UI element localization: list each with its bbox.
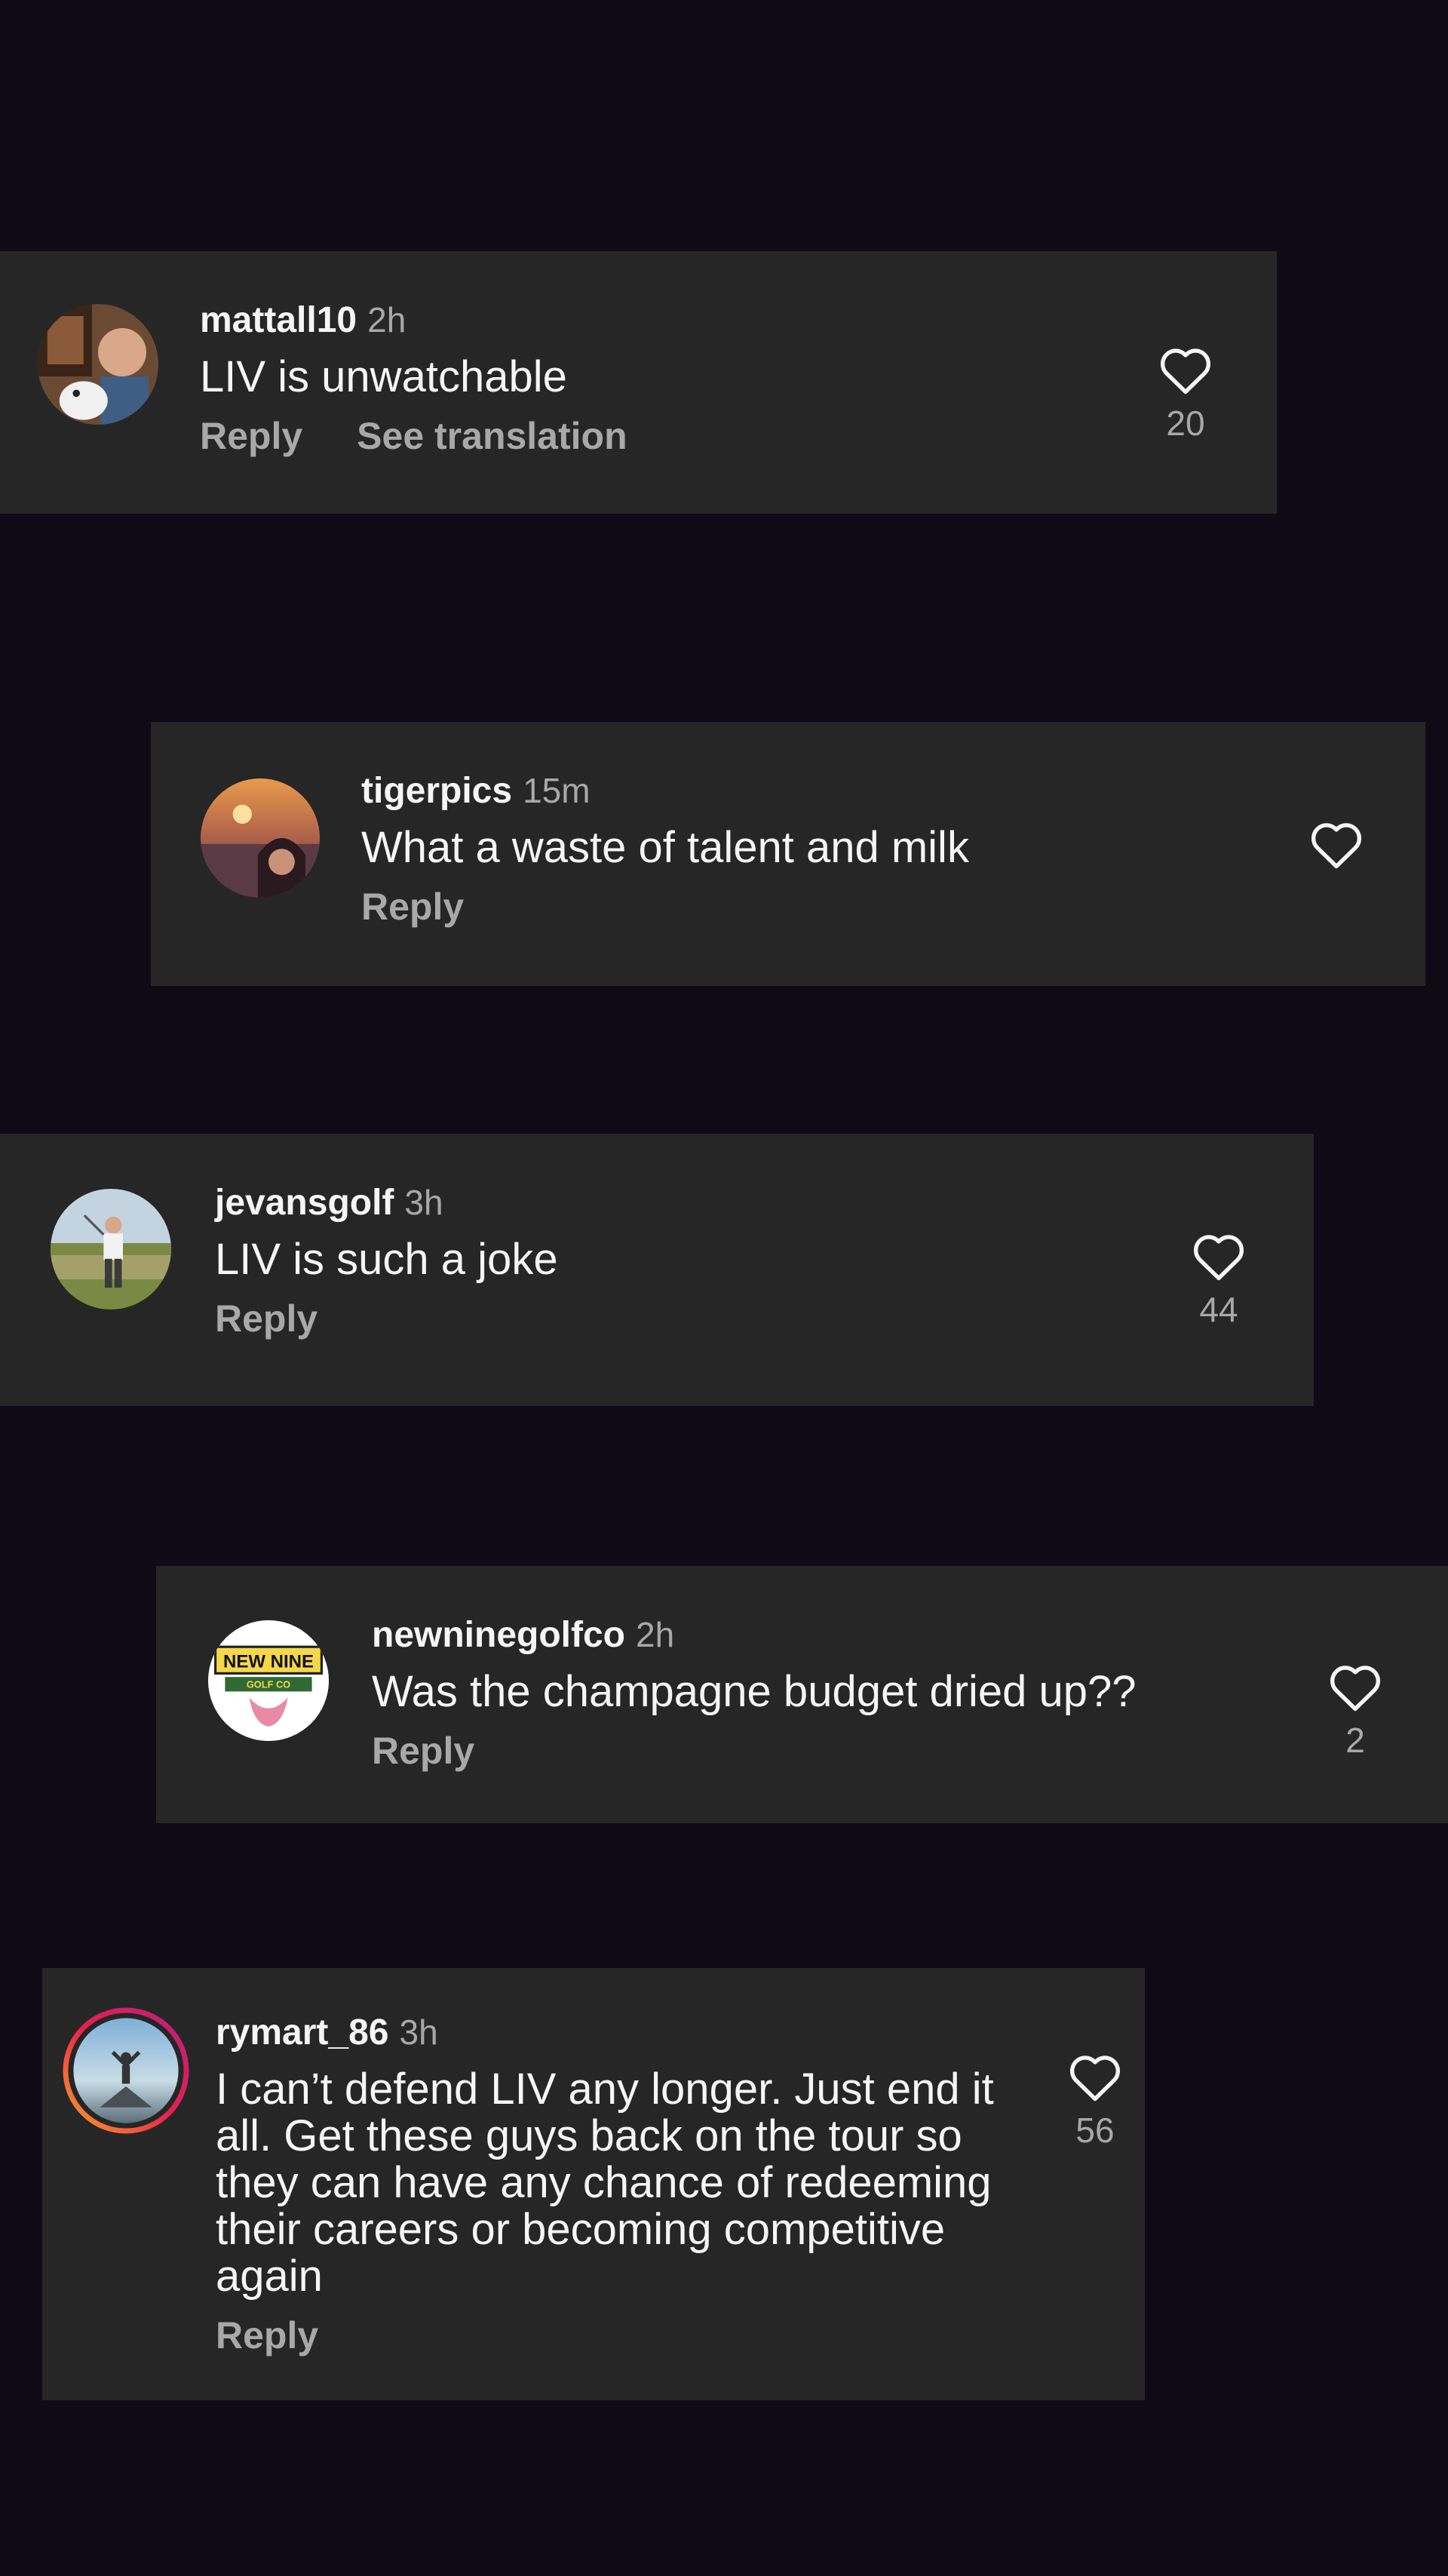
comment-card: jevansgolf 3h LIV is such a joke Reply 44 [0, 1134, 1314, 1406]
avatar[interactable] [201, 778, 320, 898]
timestamp: 15m [523, 771, 591, 810]
comment-text: What a waste of talent and milk [361, 823, 969, 872]
like-count: 56 [1075, 2111, 1115, 2150]
like-count: 2 [1345, 1721, 1365, 1760]
brand-logo-icon: NEW NINE GOLF CO [208, 1620, 329, 1741]
timestamp: 3h [399, 2013, 438, 2052]
see-translation-button[interactable]: See translation [357, 415, 627, 457]
timestamp: 2h [367, 300, 406, 339]
logo-line2: GOLF CO [247, 1679, 290, 1690]
comment-card: rymart_86 3h I can’t defend LIV any longe… [42, 1968, 1145, 2400]
story-ring-avatar[interactable] [60, 2005, 192, 2136]
user-photo-icon [201, 778, 320, 898]
heart-icon[interactable] [1192, 1232, 1246, 1282]
reply-button[interactable]: Reply [216, 2314, 318, 2356]
comment-card: tigerpics 15m What a waste of talent and … [151, 722, 1425, 986]
username[interactable]: newninegolfco [372, 1615, 625, 1655]
heart-icon[interactable] [1309, 820, 1364, 870]
reply-button[interactable]: Reply [215, 1297, 318, 1340]
logo-line1: NEW NINE [223, 1651, 314, 1672]
like-count: 44 [1199, 1290, 1238, 1329]
username[interactable]: mattall10 [200, 300, 357, 340]
heart-icon[interactable] [1328, 1663, 1382, 1712]
username[interactable]: tigerpics [361, 771, 512, 811]
avatar[interactable] [38, 304, 158, 425]
like-count: 20 [1166, 404, 1205, 443]
heart-icon[interactable] [1068, 2053, 1122, 2102]
reply-button[interactable]: Reply [372, 1730, 474, 1772]
user-photo-icon [51, 1189, 171, 1309]
user-photo-icon [38, 304, 158, 425]
comment-text: Was the champagne budget dried up?? [372, 1667, 1137, 1716]
comment-text: LIV is such a joke [215, 1235, 558, 1284]
username[interactable]: rymart_86 [216, 2013, 389, 2053]
avatar[interactable]: NEW NINE GOLF CO [208, 1620, 329, 1741]
reply-button[interactable]: Reply [200, 415, 302, 457]
timestamp: 2h [636, 1615, 675, 1654]
story-ring-icon [63, 2007, 189, 2134]
heart-icon[interactable] [1158, 345, 1213, 395]
timestamp: 3h [404, 1183, 443, 1222]
avatar[interactable] [51, 1189, 171, 1309]
comment-card: mattall10 2h LIV is unwatchable Reply See … [0, 251, 1277, 514]
reply-button[interactable]: Reply [361, 886, 464, 928]
comment-card: NEW NINE GOLF CO newninegolfco 2h Was the… [156, 1566, 1448, 1823]
comment-text: LIV is unwatchable [200, 352, 567, 401]
username[interactable]: jevansgolf [215, 1183, 394, 1223]
comment-text: I can’t defend LIV any longer. Just end … [216, 2065, 994, 2301]
